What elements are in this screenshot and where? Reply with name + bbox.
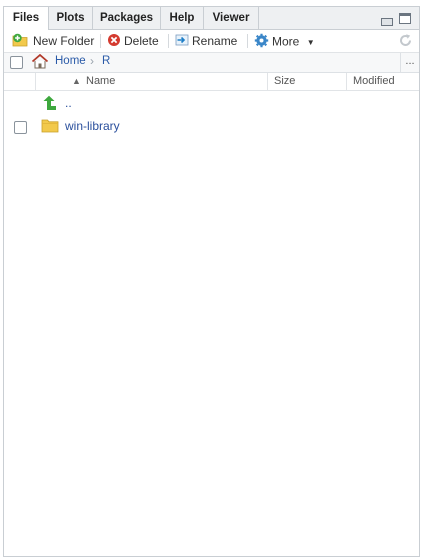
sort-ascending-icon: ▲: [72, 76, 81, 86]
parent-directory-link[interactable]: ..: [65, 96, 72, 110]
refresh-button[interactable]: [398, 33, 413, 51]
toolbar-divider: [100, 34, 101, 48]
new-folder-label: New Folder: [33, 34, 95, 49]
home-icon[interactable]: [31, 53, 49, 72]
go-to-directory-button[interactable]: ...: [400, 53, 419, 72]
file-list-header: ▲ Name Size Modified: [4, 73, 419, 91]
refresh-icon: [398, 34, 413, 51]
select-all-checkbox[interactable]: [10, 56, 23, 69]
files-toolbar: New Folder Delete Rename More ▼: [4, 30, 419, 53]
delete-button[interactable]: Delete: [107, 33, 159, 49]
column-size-label: Size: [274, 75, 296, 87]
dropdown-caret-icon: ▼: [306, 37, 315, 47]
breadcrumb-home[interactable]: Home: [55, 55, 86, 67]
breadcrumb-separator-icon: ›: [90, 54, 94, 68]
toolbar-divider: [168, 34, 169, 48]
table-row[interactable]: ..: [4, 92, 419, 114]
column-header-size[interactable]: Size: [267, 73, 346, 90]
toolbar-divider: [247, 34, 248, 48]
up-arrow-icon: [41, 95, 57, 114]
file-name-link[interactable]: win-library: [65, 119, 120, 133]
tab-files[interactable]: Files: [4, 7, 49, 30]
delete-label: Delete: [124, 34, 159, 49]
column-name-label: Name: [86, 75, 116, 87]
tab-strip: Files Plots Packages Help Viewer: [4, 7, 419, 30]
breadcrumb: Home › R ...: [4, 53, 419, 73]
tab-help[interactable]: Help: [161, 7, 204, 29]
more-menu-button[interactable]: More ▼: [254, 33, 315, 49]
window-controls: [379, 13, 411, 26]
delete-circle-icon: [107, 33, 121, 51]
column-header-name[interactable]: ▲ Name: [35, 73, 267, 90]
column-header-modified[interactable]: Modified: [346, 73, 419, 90]
rename-button[interactable]: Rename: [175, 33, 237, 49]
breadcrumb-current[interactable]: R: [102, 55, 110, 67]
rename-arrow-icon: [175, 33, 189, 51]
minimize-pane-button[interactable]: [381, 18, 393, 26]
files-pane: Files Plots Packages Help Viewer New Fol…: [3, 6, 420, 557]
rename-label: Rename: [192, 34, 238, 49]
tab-plots[interactable]: Plots: [49, 7, 93, 29]
folder-icon: [41, 118, 59, 136]
gear-icon: [254, 33, 269, 52]
row-checkbox[interactable]: [14, 121, 27, 134]
tab-packages[interactable]: Packages: [93, 7, 161, 29]
more-label: More: [272, 34, 300, 49]
column-modified-label: Modified: [353, 75, 395, 87]
table-row[interactable]: win-library: [4, 115, 419, 137]
tab-viewer[interactable]: Viewer: [204, 7, 259, 29]
folder-plus-icon: [12, 33, 30, 51]
maximize-pane-button[interactable]: [399, 13, 411, 24]
new-folder-button[interactable]: New Folder: [12, 33, 94, 49]
